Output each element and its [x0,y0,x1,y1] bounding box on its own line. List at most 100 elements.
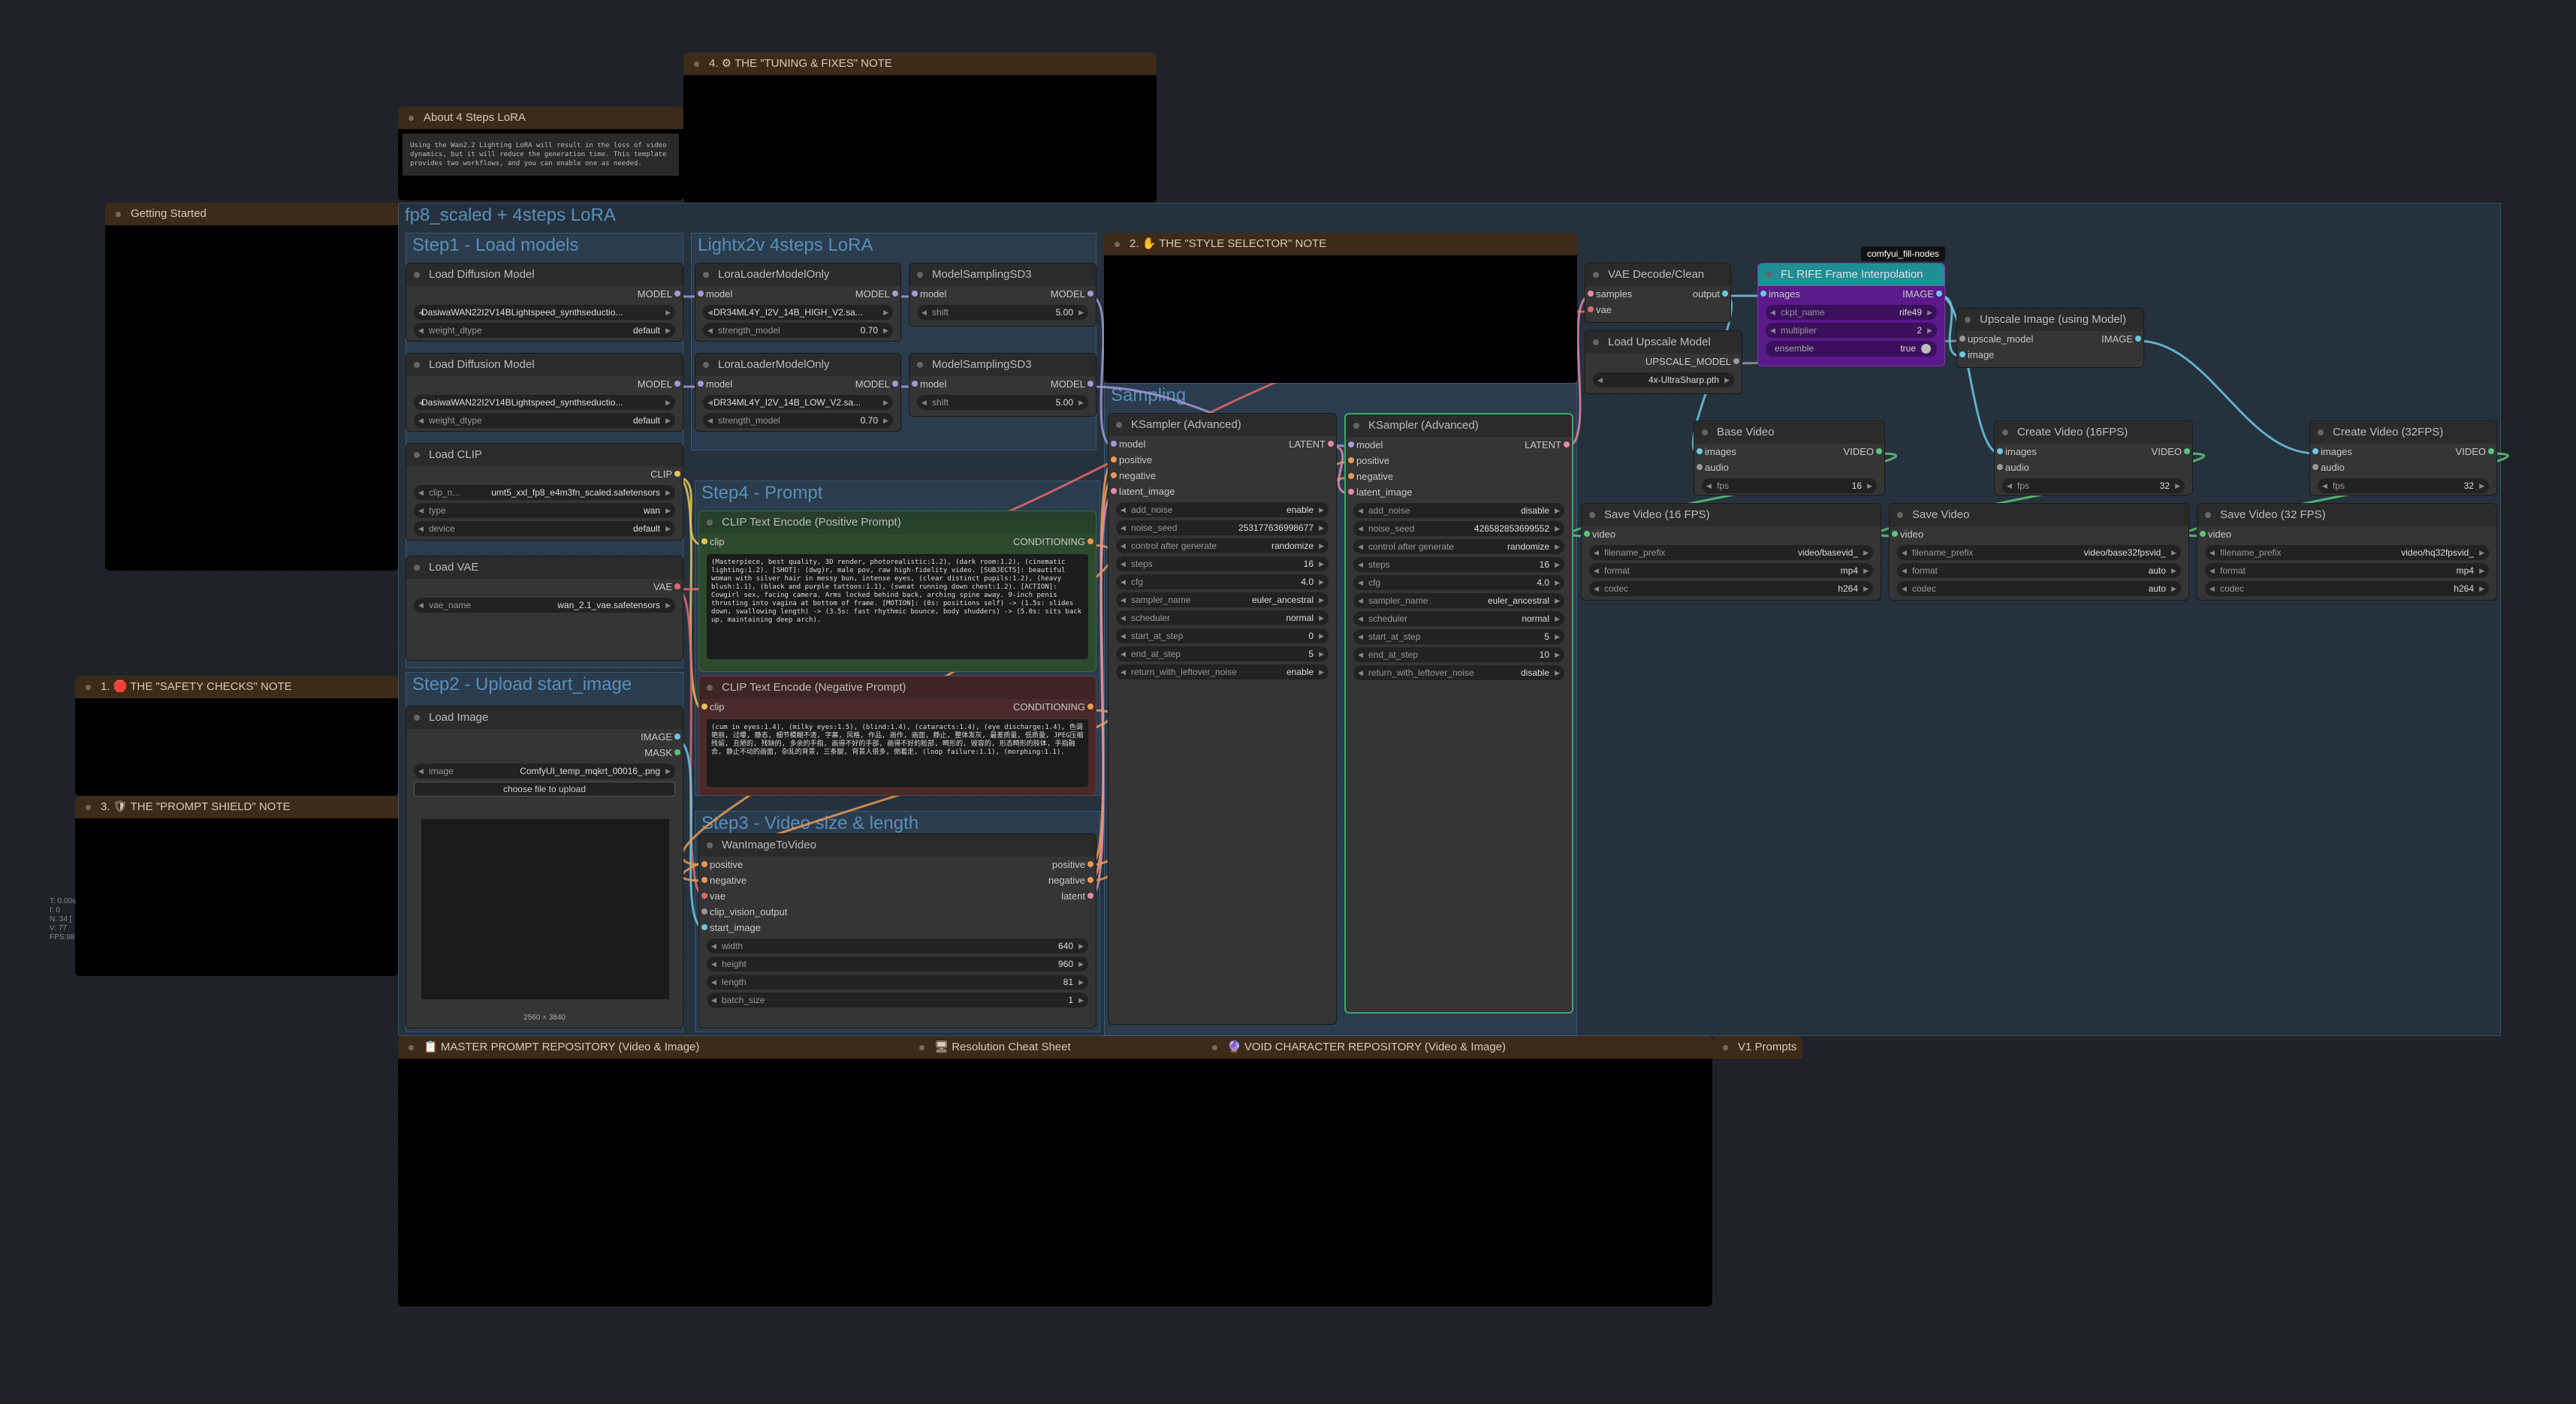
slot-dot[interactable] [1697,464,1703,470]
steps-input[interactable]: steps 16 [1116,556,1329,571]
output-slot-model[interactable]: MODEL [406,286,683,302]
steps-input[interactable]: steps 16 [1353,557,1564,572]
slot-dot[interactable] [674,291,680,297]
io-slot-model[interactable]: model MODEL [695,286,900,302]
output-slot-upscale-model[interactable]: UPSCALE_MODEL [1585,354,1742,369]
io-slot-samples[interactable]: samples output [1585,286,1730,302]
input-slot-positive[interactable]: positive [1109,452,1336,468]
slot-dot[interactable] [892,381,898,387]
end-at-step-input[interactable]: end_at_step 5 [1116,646,1329,661]
input-slot-video[interactable]: video [1890,526,2188,542]
slot-dot[interactable] [2312,464,2318,470]
output-slot-clip[interactable]: CLIP [406,466,683,482]
shift-input[interactable]: shift 5.00 [917,305,1088,320]
add-noise-combo[interactable]: add_noise disable [1353,503,1564,518]
node-save-video-32fps[interactable]: Save Video (32 FPS) video filename_prefi… [2197,503,2497,601]
slot-dot[interactable] [674,749,680,755]
scheduler-combo[interactable]: scheduler normal [1116,610,1329,625]
cfg-input[interactable]: cfg 4.0 [1353,575,1564,590]
fps-input[interactable]: fps 32 [2002,478,2185,493]
slot-dot[interactable] [701,538,707,544]
node-lora-loader-high[interactable]: LoraLoaderModelOnly model MODEL DR34ML4Y_… [695,263,901,342]
slot-dot[interactable] [1348,489,1354,495]
io-slot-clip[interactable]: clip CONDITIONING [699,534,1096,550]
node-load-image[interactable]: Load Image IMAGE MASK image ComfyUI_temp_… [406,706,683,1029]
noise-seed-input[interactable]: noise_seed 253177636998677 [1116,520,1329,535]
format-combo[interactable]: format mp4 [1589,563,1873,578]
slot-dot[interactable] [1087,381,1093,387]
noise-seed-input[interactable]: noise_seed 426582853699552 [1353,521,1564,536]
note-resolution[interactable]: 🖥 Resolution Cheat Sheet [909,1036,1209,1306]
slot-dot[interactable] [892,291,898,297]
node-vae-decode-clean[interactable]: VAE Decode/Clean samples output vae [1585,263,1731,323]
slot-dot[interactable] [674,381,680,387]
node-lora-loader-low[interactable]: LoraLoaderModelOnly model MODEL DR34ML4Y_… [695,353,901,432]
cfg-input[interactable]: cfg 4.0 [1116,574,1329,589]
slot-dot[interactable] [1348,473,1354,479]
slot-dot[interactable] [1876,448,1882,454]
input-slot-image[interactable]: image [1957,347,2143,363]
note-shield[interactable]: 3. 🛡 THE "PROMPT SHIELD" NOTE [75,796,398,976]
unet-name-combo[interactable]: DasiwaWAN22I2V14BLightspeed_synthseducti… [414,305,675,320]
node-wan-image-to-video[interactable]: WanImageToVideo positive positive negativ… [698,833,1096,1029]
note-style[interactable]: 2. ✋ THE "STYLE SELECTOR" NOTE [1104,233,1577,383]
slot-dot[interactable] [1733,358,1739,364]
slot-dot[interactable] [1087,893,1093,899]
format-combo[interactable]: format mp4 [2205,563,2489,578]
io-slot-model[interactable]: model MODEL [909,376,1096,392]
input-slot-start-image[interactable]: start_image [699,920,1096,935]
node-clip-text-encode-negative[interactable]: CLIP Text Encode (Negative Prompt) clip C… [698,676,1096,796]
io-slot-images[interactable]: images VIDEO [2310,444,2496,459]
node-save-video-16fps[interactable]: Save Video (16 FPS) video filename_prefi… [1581,503,1881,601]
negative-prompt-textarea[interactable]: (cum in eyes:1.4), (milky eyes:1.5), (bl… [707,719,1088,787]
io-slot-model[interactable]: model LATENT [1346,437,1572,453]
slot-dot[interactable] [1087,877,1093,883]
codec-combo[interactable]: codec h264 [2205,581,2489,596]
slot-dot[interactable] [674,583,680,589]
io-slot-negative[interactable]: negative negative [699,872,1096,888]
node-model-sampling-sd3-low[interactable]: ModelSamplingSD3 model MODEL shift 5.00 [909,353,1096,417]
unet-name-combo[interactable]: DasiwaWAN22I2V14BLightspeed_synthseducti… [414,395,675,410]
lora-name-combo[interactable]: DR34ML4Y_I2V_14B_HIGH_V2.sa... [703,305,893,320]
input-slot-positive[interactable]: positive [1346,453,1572,469]
ensemble-toggle[interactable]: ensemble true [1766,341,1937,357]
io-slot-images[interactable]: images IMAGE [1758,286,1944,302]
strength-model-input[interactable]: strength_model 0.70 [703,413,893,428]
slot-dot[interactable] [1111,488,1117,494]
node-model-sampling-sd3-high[interactable]: ModelSamplingSD3 model MODEL shift 5.00 [909,263,1096,327]
slot-dot[interactable] [1936,291,1942,297]
return-leftover-noise-combo[interactable]: return_with_leftover_noise disable [1353,665,1564,680]
choose-file-button[interactable]: choose file to upload [414,782,675,797]
node-load-clip[interactable]: Load CLIP CLIP clip_n... umt5_xxl_fp8_e4m… [406,443,683,541]
slot-dot[interactable] [698,381,704,387]
output-slot-mask[interactable]: MASK [406,745,683,761]
slot-dot[interactable] [1087,538,1093,544]
node-upscale-image-using-model[interactable]: Upscale Image (using Model) upscale_mode… [1956,308,2144,368]
clip-name-combo[interactable]: clip_n... umt5_xxl_fp8_e4m3fn_scaled.safe… [414,485,675,500]
slot-dot[interactable] [701,861,707,867]
slot-dot[interactable] [1997,464,2003,470]
node-load-diffusion-model-low[interactable]: Load Diffusion Model MODEL DasiwaWAN22I2… [406,353,683,432]
input-slot-audio[interactable]: audio [1694,459,1884,475]
add-noise-combo[interactable]: add_noise enable [1116,502,1329,517]
filename-prefix-input[interactable]: filename_prefix video/basevid_ [1589,545,1873,560]
io-slot-vae[interactable]: vae latent [699,888,1096,904]
length-input[interactable]: length 81 [707,975,1088,990]
multiplier-input[interactable]: multiplier 2 [1766,323,1937,338]
height-input[interactable]: height 960 [707,957,1088,972]
note-master[interactable]: 📋 MASTER PROMPT REPOSITORY (Video & Imag… [398,1036,924,1306]
input-slot-video[interactable]: video [1582,526,1881,542]
input-slot-latent[interactable]: latent_image [1346,484,1572,500]
slot-dot[interactable] [1588,291,1594,297]
codec-combo[interactable]: codec auto [1897,581,2181,596]
slot-dot[interactable] [2135,336,2141,342]
slot-dot[interactable] [674,471,680,477]
output-slot-vae[interactable]: VAE [406,579,683,595]
fps-input[interactable]: fps 32 [2318,478,2489,493]
start-at-step-input[interactable]: start_at_step 0 [1116,628,1329,643]
slot-dot[interactable] [1564,441,1570,447]
slot-dot[interactable] [701,893,707,899]
node-save-video[interactable]: Save Video video filename_prefix video/ba… [1889,503,2189,601]
clip-device-combo[interactable]: device default [414,521,675,536]
note-v1[interactable]: V1 Prompts [1712,1036,1802,1059]
